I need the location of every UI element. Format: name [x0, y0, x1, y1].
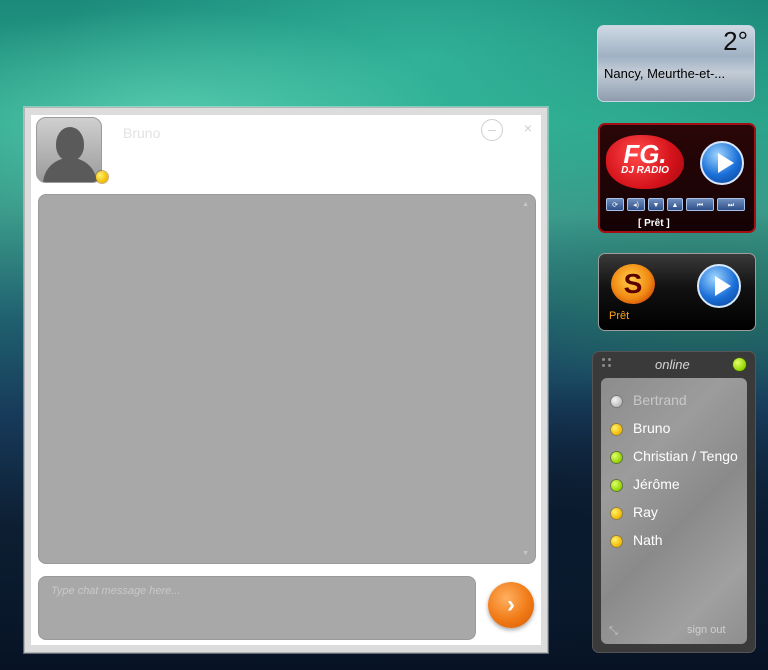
- fg-status-text: [ Prêt ]: [638, 218, 670, 229]
- contacts-gadget: online Bertrand Bruno Christian / Tengo …: [592, 351, 756, 653]
- contact-status-icon: [96, 171, 108, 183]
- contact-name: Jérôme: [633, 476, 680, 492]
- chat-contact-name: Bruno: [123, 125, 161, 141]
- send-button[interactable]: ›: [488, 582, 534, 628]
- away-status-icon: [611, 424, 622, 435]
- minimize-button[interactable]: –: [481, 119, 503, 141]
- send-arrow-icon: ›: [507, 591, 515, 618]
- message-history[interactable]: ▲ ▼: [38, 194, 536, 564]
- online-status-icon: [611, 480, 622, 491]
- weather-gadget[interactable]: 2° Nancy, Meurthe-et-...: [597, 25, 755, 102]
- volume-icon[interactable]: ◂): [627, 198, 645, 211]
- fg-logo-subtext: DJ RADIO: [621, 165, 669, 176]
- volume-up-icon[interactable]: ▲: [667, 198, 683, 211]
- online-status-icon: [611, 452, 622, 463]
- status-selector[interactable]: online: [655, 357, 690, 372]
- away-status-icon: [611, 536, 622, 547]
- fg-radio-logo: FG. DJ RADIO: [606, 135, 684, 189]
- avatar-head-shape: [56, 127, 84, 161]
- contact-name: Christian / Tengo: [633, 448, 738, 464]
- refresh-icon[interactable]: ⟳: [606, 198, 624, 211]
- away-status-icon: [611, 508, 622, 519]
- sl-status-text: Prêt: [609, 310, 630, 322]
- contact-name: Bertrand: [633, 392, 687, 408]
- previous-icon[interactable]: ⏮: [686, 198, 714, 211]
- chat-window: Bruno – × ▲ ▼ Type chat message here... …: [24, 107, 548, 653]
- sign-out-link[interactable]: sign out: [687, 624, 726, 636]
- close-button[interactable]: ×: [519, 119, 537, 137]
- contact-list: Bertrand Bruno Christian / Tengo Jérôme …: [601, 378, 747, 644]
- next-icon[interactable]: ⏭: [717, 198, 745, 211]
- weather-temperature: 2°: [723, 26, 748, 56]
- fg-logo-text: FG.: [623, 139, 667, 169]
- fg-radio-gadget: FG. DJ RADIO ⟳ ◂) ▼ ▲ ⏮ ⏭ [ Prêt ]: [598, 123, 756, 233]
- chat-input-placeholder: Type chat message here...: [51, 585, 181, 597]
- volume-down-icon[interactable]: ▼: [648, 198, 664, 211]
- weather-location: Nancy, Meurthe-et-...: [604, 66, 726, 81]
- drag-grip-icon[interactable]: [602, 358, 614, 370]
- offline-status-icon: [611, 396, 622, 407]
- contact-name: Ray: [633, 504, 658, 520]
- scroll-down-icon[interactable]: ▼: [522, 550, 529, 557]
- resize-icon[interactable]: ⤡: [609, 625, 618, 638]
- chat-window-body: Bruno – × ▲ ▼ Type chat message here... …: [31, 115, 541, 645]
- own-status-icon[interactable]: [733, 358, 746, 371]
- fg-play-button[interactable]: [700, 141, 744, 185]
- sl-play-button[interactable]: [697, 264, 741, 308]
- chat-message-input[interactable]: Type chat message here...: [38, 576, 476, 640]
- sl-radio-logo: S: [611, 264, 655, 304]
- avatar-body-shape: [43, 158, 97, 182]
- contact-name: Bruno: [633, 420, 671, 436]
- fg-control-bar: ⟳ ◂) ▼ ▲ ⏮ ⏭: [606, 198, 745, 211]
- contact-name: Nath: [633, 532, 663, 548]
- scroll-up-icon[interactable]: ▲: [522, 201, 529, 208]
- sl-radio-gadget: S Prêt: [598, 253, 756, 331]
- avatar[interactable]: [36, 117, 102, 183]
